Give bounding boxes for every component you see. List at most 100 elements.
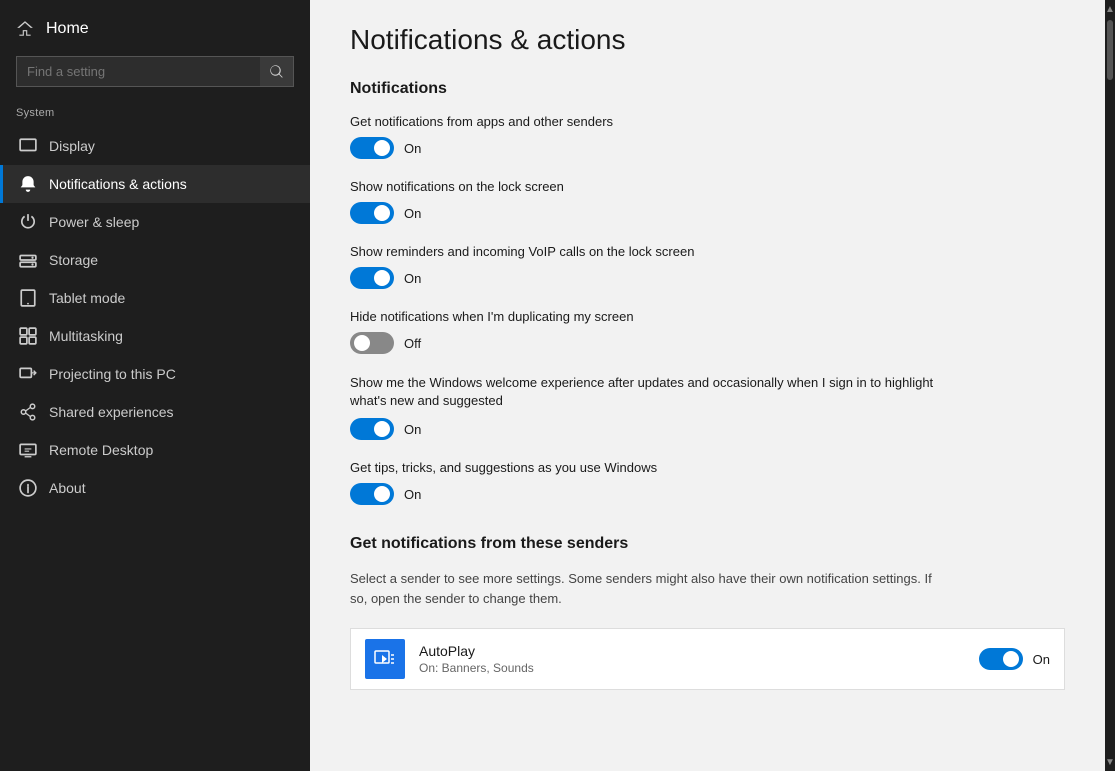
sidebar-item-about[interactable]: About xyxy=(0,469,310,507)
t2-toggle[interactable] xyxy=(350,202,394,224)
autoplay-icon xyxy=(373,647,397,671)
project-icon xyxy=(19,365,37,383)
t5-thumb xyxy=(374,421,390,437)
t2-track xyxy=(350,202,394,224)
power-icon xyxy=(19,213,37,231)
t2-toggle-row: On xyxy=(350,202,1065,224)
sidebar-item-tablet[interactable]: Tablet mode xyxy=(0,279,310,317)
t5-label: Show me the Windows welcome experience a… xyxy=(350,374,950,410)
t5-toggle-row: On xyxy=(350,418,1065,440)
t1-toggle-row: On xyxy=(350,137,1065,159)
tablet-label: Tablet mode xyxy=(49,290,125,306)
autoplay-name: AutoPlay xyxy=(419,643,979,659)
t1-label: Get notifications from apps and other se… xyxy=(350,114,1065,129)
t4-toggle[interactable] xyxy=(350,332,394,354)
scroll-thumb[interactable] xyxy=(1107,20,1113,80)
shared-label: Shared experiences xyxy=(49,404,174,420)
search-button[interactable] xyxy=(260,56,294,87)
info-icon xyxy=(19,479,37,497)
search-input[interactable] xyxy=(16,56,294,87)
t6-state: On xyxy=(404,487,421,502)
autoplay-track xyxy=(979,648,1023,670)
notifications-label: Notifications & actions xyxy=(49,176,187,192)
app-row-autoplay[interactable]: AutoPlay On: Banners, Sounds On xyxy=(350,628,1065,690)
t5-toggle[interactable] xyxy=(350,418,394,440)
t2-state: On xyxy=(404,206,421,221)
storage-label: Storage xyxy=(49,252,98,268)
t6-label: Get tips, tricks, and suggestions as you… xyxy=(350,460,1065,475)
t6-thumb xyxy=(374,486,390,502)
remote-label: Remote Desktop xyxy=(49,442,153,458)
t2-label: Show notifications on the lock screen xyxy=(350,179,1065,194)
autoplay-sub: On: Banners, Sounds xyxy=(419,661,979,675)
t1-thumb xyxy=(374,140,390,156)
home-label: Home xyxy=(46,20,89,38)
t3-thumb xyxy=(374,270,390,286)
t6-toggle[interactable] xyxy=(350,483,394,505)
sidebar: Home System Display Notifications & acti… xyxy=(0,0,310,771)
display-label: Display xyxy=(49,138,95,154)
sidebar-item-notifications[interactable]: Notifications & actions xyxy=(0,165,310,203)
t3-toggle-row: On xyxy=(350,267,1065,289)
setting-row-t1: Get notifications from apps and other se… xyxy=(350,114,1065,159)
t1-state: On xyxy=(404,141,421,156)
t5-track xyxy=(350,418,394,440)
autoplay-toggle-area: On xyxy=(979,648,1050,670)
scroll-up-arrow[interactable]: ▲ xyxy=(1105,0,1115,18)
t4-track xyxy=(350,332,394,354)
system-section-label: System xyxy=(0,103,310,127)
window-scrollbar: ▲ ▼ xyxy=(1105,0,1115,771)
setting-row-t6: Get tips, tricks, and suggestions as you… xyxy=(350,460,1065,505)
sidebar-item-multitasking[interactable]: Multitasking xyxy=(0,317,310,355)
setting-row-t4: Hide notifications when I'm duplicating … xyxy=(350,309,1065,354)
scroll-down-arrow[interactable]: ▼ xyxy=(1105,753,1115,771)
setting-row-t2: Show notifications on the lock screen On xyxy=(350,179,1065,224)
t3-label: Show reminders and incoming VoIP calls o… xyxy=(350,244,1065,259)
home-icon xyxy=(16,20,34,38)
t5-state: On xyxy=(404,422,421,437)
t2-thumb xyxy=(374,205,390,221)
sidebar-item-power[interactable]: Power & sleep xyxy=(0,203,310,241)
autoplay-state: On xyxy=(1033,652,1050,667)
storage-icon xyxy=(19,251,37,269)
search-box xyxy=(16,56,294,87)
autoplay-info: AutoPlay On: Banners, Sounds xyxy=(419,643,979,675)
t4-label: Hide notifications when I'm duplicating … xyxy=(350,309,1065,324)
t1-toggle[interactable] xyxy=(350,137,394,159)
setting-row-t5: Show me the Windows welcome experience a… xyxy=(350,374,1065,440)
multitasking-label: Multitasking xyxy=(49,328,123,344)
bell-icon xyxy=(19,175,37,193)
senders-desc: Select a sender to see more settings. So… xyxy=(350,569,950,608)
setting-row-t3: Show reminders and incoming VoIP calls o… xyxy=(350,244,1065,289)
multitask-icon xyxy=(19,327,37,345)
page-title: Notifications & actions xyxy=(350,24,1065,56)
main-content: Notifications & actions Notifications Ge… xyxy=(310,0,1105,771)
t6-toggle-row: On xyxy=(350,483,1065,505)
t6-track xyxy=(350,483,394,505)
notifications-section-heading: Notifications xyxy=(350,80,1065,98)
sidebar-item-projecting[interactable]: Projecting to this PC xyxy=(0,355,310,393)
t4-state: Off xyxy=(404,336,421,351)
about-label: About xyxy=(49,480,86,496)
shared-icon xyxy=(19,403,37,421)
t1-track xyxy=(350,137,394,159)
sidebar-item-remote[interactable]: Remote Desktop xyxy=(0,431,310,469)
senders-heading: Get notifications from these senders xyxy=(350,535,1065,553)
t3-state: On xyxy=(404,271,421,286)
t4-thumb xyxy=(354,335,370,351)
sidebar-item-display[interactable]: Display xyxy=(0,127,310,165)
senders-section: Get notifications from these senders Sel… xyxy=(350,535,1065,690)
autoplay-icon-box xyxy=(365,639,405,679)
projecting-label: Projecting to this PC xyxy=(49,366,176,382)
monitor-icon xyxy=(19,137,37,155)
sidebar-item-storage[interactable]: Storage xyxy=(0,241,310,279)
power-label: Power & sleep xyxy=(49,214,139,230)
search-icon xyxy=(270,65,284,79)
t3-toggle[interactable] xyxy=(350,267,394,289)
sidebar-item-home[interactable]: Home xyxy=(0,10,310,48)
tablet-icon xyxy=(19,289,37,307)
t4-toggle-row: Off xyxy=(350,332,1065,354)
sidebar-item-shared[interactable]: Shared experiences xyxy=(0,393,310,431)
autoplay-thumb xyxy=(1003,651,1019,667)
autoplay-toggle[interactable] xyxy=(979,648,1023,670)
